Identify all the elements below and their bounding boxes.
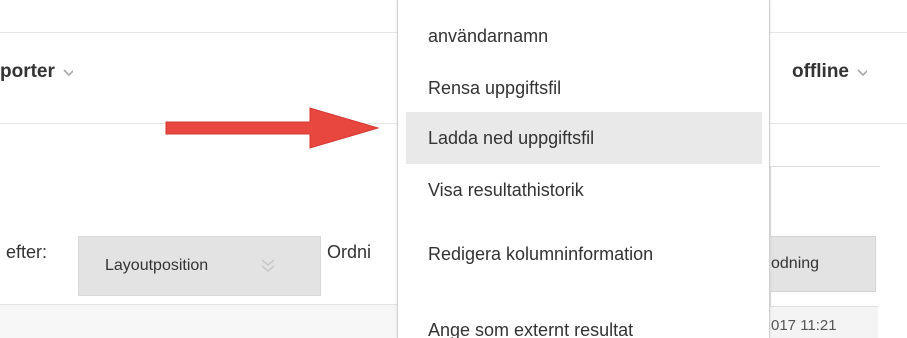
menu-item-edit-column-info[interactable]: Redigera kolumninformation (406, 240, 706, 268)
sort-select[interactable]: Layoutposition (78, 236, 321, 296)
menu-item-clear-attempts[interactable]: Rensa uppgiftsfil (406, 76, 762, 100)
offline-menu-label: offline (792, 61, 849, 82)
order-label: Ordni (327, 242, 372, 262)
menu-item-label: användarnamn (428, 26, 549, 46)
menu-item-label: Ange som externt resultat (428, 320, 634, 338)
menu-item-label: Rensa uppgiftsfil (428, 78, 562, 98)
arrow-right-annotation (165, 107, 380, 149)
timestamp-text: 017 11:21 (771, 317, 837, 334)
chevron-down-icon (857, 68, 867, 78)
double-chevron-down-icon (260, 255, 276, 277)
reports-menu[interactable]: porter (0, 61, 73, 83)
order-button-label: odning (771, 255, 820, 272)
menu-item-label: Ladda ned uppgiftsfil (428, 128, 595, 148)
order-button[interactable]: odning (768, 236, 876, 292)
column-options-menu: användarnamn Rensa uppgiftsfil Ladda ned… (397, 0, 770, 338)
menu-item-view-grade-history[interactable]: Visa resultathistorik (406, 178, 762, 202)
grid-header-strip (0, 304, 400, 338)
menu-item-label: Visa resultathistorik (428, 180, 584, 200)
offline-menu[interactable]: offline (792, 61, 867, 83)
menu-item-username[interactable]: användarnamn (406, 24, 762, 48)
menu-item-set-external-grade[interactable]: Ange som externt resultat (406, 318, 762, 338)
chevron-down-icon (63, 68, 73, 78)
sort-by-label: efter: (6, 242, 48, 262)
menu-item-label: Redigera kolumninformation (428, 244, 654, 264)
sort-select-value: Layoutposition (105, 257, 209, 274)
menu-item-download-attempts[interactable]: Ladda ned uppgiftsfil (406, 112, 762, 164)
timestamp-cell: 017 11:21 (768, 306, 878, 338)
reports-menu-label: porter (0, 61, 55, 82)
